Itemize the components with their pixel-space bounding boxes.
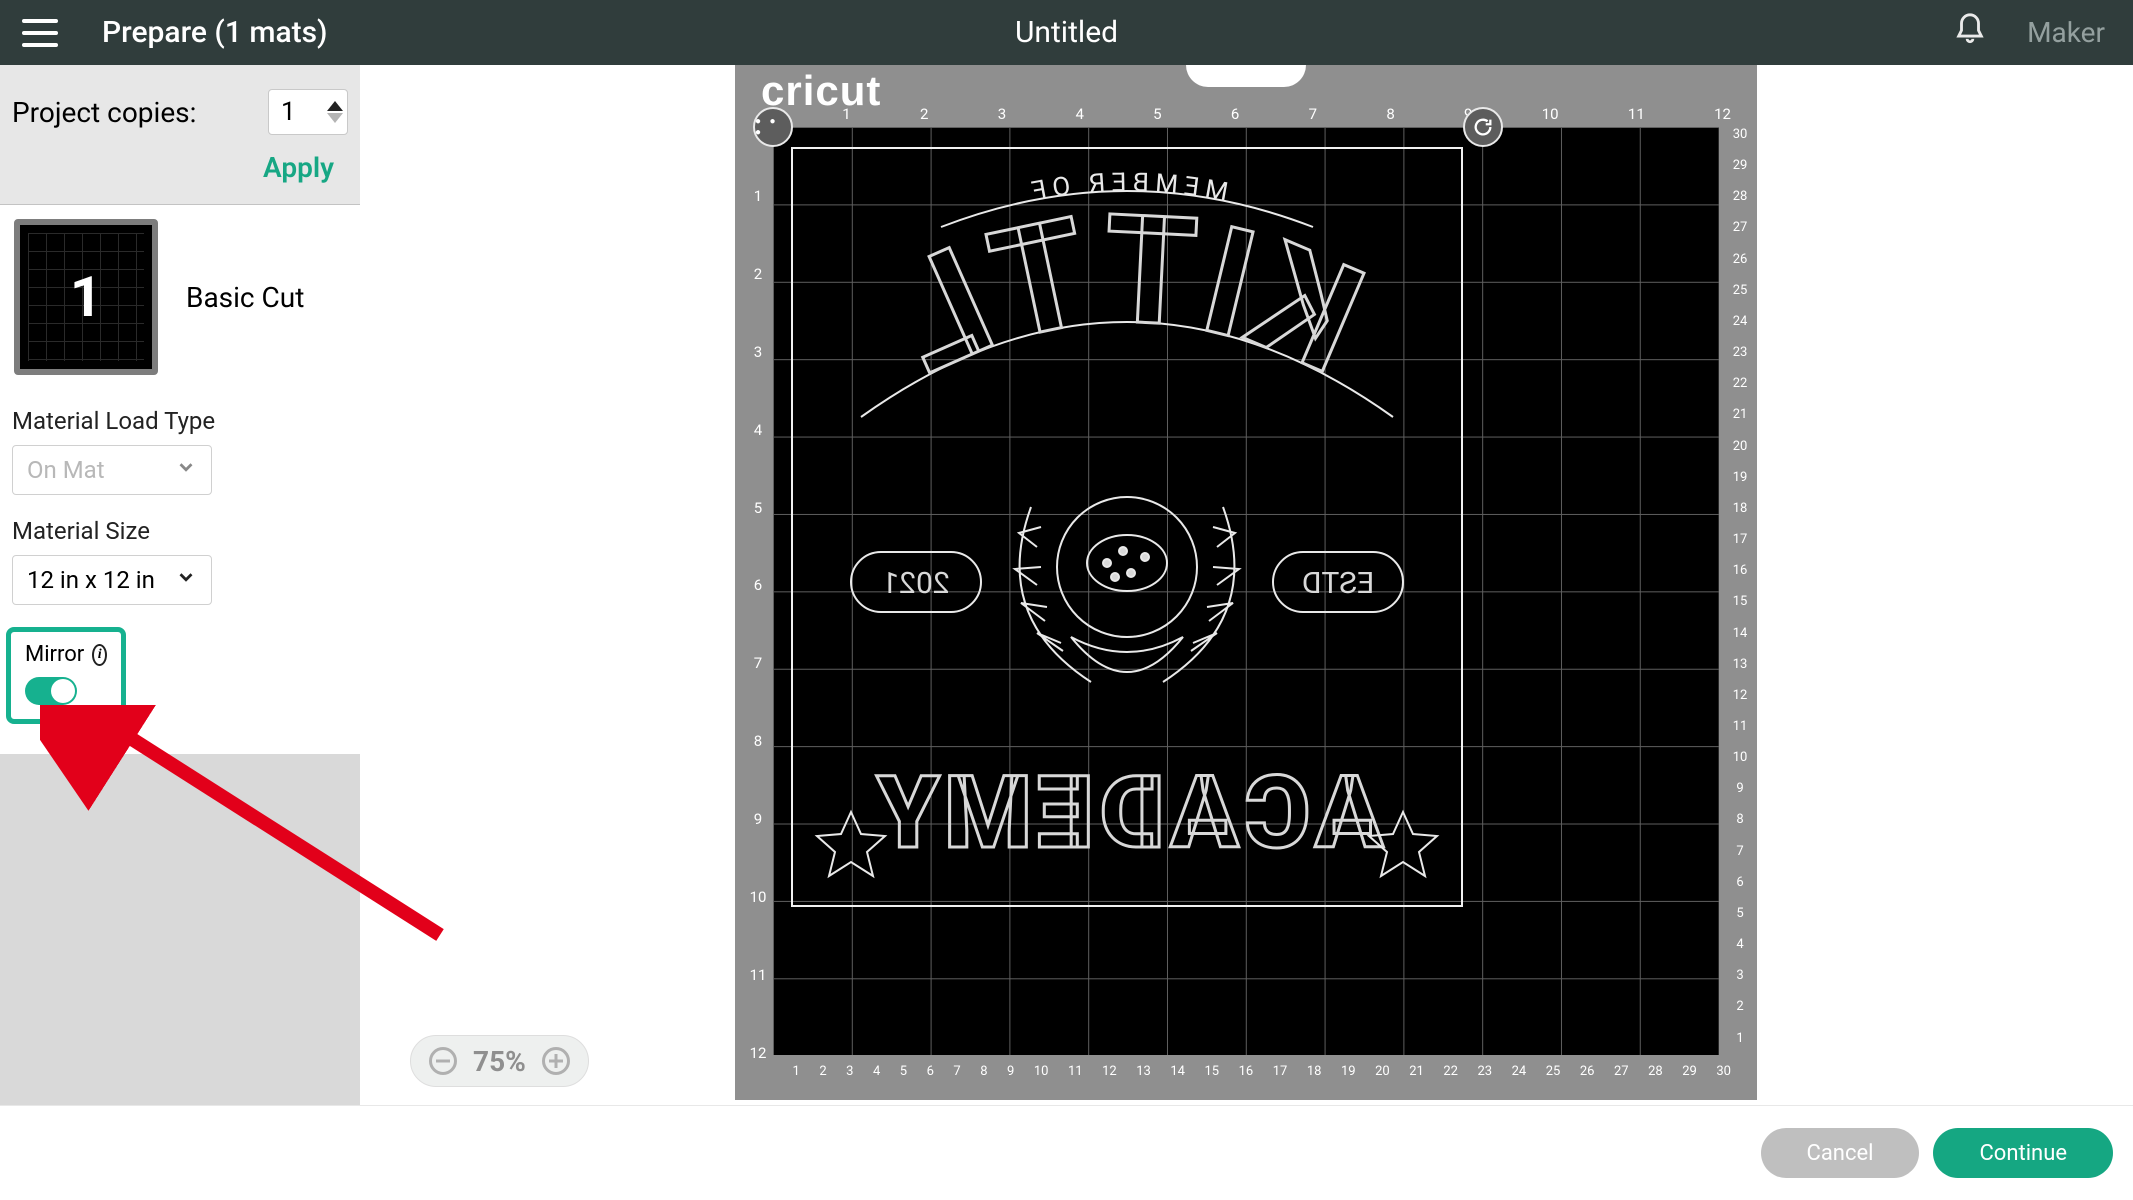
project-copies-section: Project copies: 1 Apply — [0, 65, 360, 204]
material-size-label: Material Size — [12, 517, 348, 545]
svg-text:2021: 2021 — [882, 566, 949, 601]
project-copies-value: 1 — [281, 97, 296, 127]
left-sidebar: Project copies: 1 Apply 1 Basic Cut — [0, 65, 360, 1200]
mat-notch — [1186, 65, 1306, 87]
project-copies-label: Project copies: — [12, 96, 196, 129]
design-artwork[interactable]: MEMBER OF KITTL ESTD 2021 — [791, 147, 1463, 907]
info-icon[interactable]: i — [92, 644, 107, 666]
chevron-down-icon — [175, 456, 197, 484]
bell-icon[interactable] — [1953, 12, 1987, 53]
mirror-section-highlight: Mirror i — [6, 627, 126, 724]
chevron-down-icon — [175, 566, 197, 594]
cancel-button[interactable]: Cancel — [1761, 1128, 1920, 1178]
prepare-title: Prepare (1 mats) — [102, 15, 328, 50]
zoom-control: 75% — [410, 1035, 589, 1087]
material-size-select[interactable]: 12 in x 12 in — [12, 555, 212, 605]
stepper-up-icon[interactable] — [327, 101, 343, 111]
mat-item[interactable]: 1 Basic Cut — [0, 205, 360, 389]
material-load-select[interactable]: On Mat — [12, 445, 212, 495]
project-title[interactable]: Untitled — [1015, 15, 1118, 50]
material-load-label: Material Load Type — [12, 407, 348, 435]
material-size-value: 12 in x 12 in — [27, 566, 155, 594]
project-copies-stepper[interactable]: 1 — [268, 89, 348, 135]
mat-thumbnail: 1 — [14, 219, 158, 375]
mirror-label: Mirror — [25, 642, 84, 667]
top-bar: Prepare (1 mats) Untitled Maker — [0, 0, 2133, 65]
svg-text:ESTD: ESTD — [1302, 566, 1374, 601]
stepper-down-icon[interactable] — [327, 113, 343, 123]
ruler-bottom-cm: 3029282726252423222120191817161514131211… — [773, 1064, 1731, 1086]
machine-label[interactable]: Maker — [2027, 16, 2105, 49]
canvas-area: cricut 123456789101112 123456789101112 3… — [360, 65, 2133, 1105]
mirror-toggle[interactable] — [25, 677, 77, 705]
zoom-in-icon[interactable] — [542, 1047, 570, 1075]
material-load-value: On Mat — [27, 456, 105, 484]
svg-text:KITTL: KITTL — [867, 181, 1385, 409]
ruler-left: 123456789101112 — [747, 127, 769, 1062]
ruler-top: 123456789101112 — [773, 105, 1731, 127]
zoom-level: 75% — [473, 1045, 526, 1078]
mat-preview: cricut 123456789101112 123456789101112 3… — [735, 65, 1757, 1100]
zoom-out-icon[interactable] — [429, 1047, 457, 1075]
footer-bar: Cancel Continue — [0, 1105, 2133, 1200]
rotate-handle[interactable] — [1463, 107, 1503, 147]
mat-mode-label: Basic Cut — [186, 281, 304, 314]
ruler-right-cm: 3029282726252423222120191817161514131211… — [1729, 127, 1751, 1062]
svg-text:ACADEMY: ACADEMY — [871, 755, 1385, 872]
menu-icon[interactable] — [22, 8, 72, 58]
more-options-handle[interactable]: ● ● ● — [753, 107, 793, 147]
mat-surface[interactable]: MEMBER OF KITTL ESTD 2021 — [773, 127, 1719, 1055]
continue-button[interactable]: Continue — [1933, 1128, 2113, 1178]
mat-number: 1 — [70, 264, 102, 330]
apply-button[interactable]: Apply — [263, 151, 334, 184]
mat-settings: Material Load Type On Mat Material Size … — [0, 389, 360, 754]
